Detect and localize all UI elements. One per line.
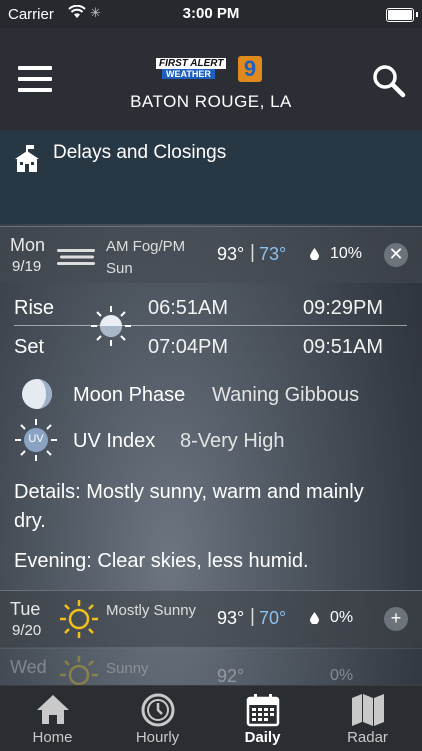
uv-index-label: UV Index (73, 430, 156, 452)
logo-channel-number: 9 (238, 56, 262, 82)
school-icon (14, 145, 40, 178)
app-header: FIRST ALERT WEATHER 9 BATON ROUGE, LA (0, 28, 422, 130)
home-icon (37, 695, 69, 724)
tab-radar[interactable]: Radar (315, 686, 420, 751)
day-name: Wed (10, 657, 47, 677)
tab-radar-label: Radar (347, 729, 388, 746)
temp-divider: | (250, 242, 255, 263)
details-text: Details: Mostly sunny, warm and mainly (14, 481, 364, 503)
moonset-time: 09:51AM (303, 336, 384, 358)
status-bar: Carrier ✳ 3:00 PM (0, 0, 422, 28)
location-label: BATON ROUGE, LA (130, 92, 292, 111)
raindrop-icon (310, 612, 319, 624)
search-button[interactable] (372, 64, 406, 98)
collapse-day-button[interactable]: ✕ (384, 243, 408, 267)
day-date: 9/19 (12, 258, 42, 275)
sun-horizon-icon (91, 306, 131, 346)
uv-index-value: 8-Very High (180, 430, 285, 452)
sunrise-time: 06:51AM (148, 297, 229, 319)
day-condition: Sunny (106, 660, 149, 677)
day-condition: AM Fog/PM Sun (106, 238, 186, 277)
set-label: Set (14, 336, 45, 358)
tab-home[interactable]: Home (0, 686, 105, 751)
map-icon (352, 694, 384, 726)
day-precip: 0% (330, 609, 354, 626)
uv-icon: UV (14, 418, 58, 462)
station-logo: FIRST ALERT WEATHER 9 (156, 56, 266, 82)
uv-badge-text: UV (28, 433, 44, 445)
sun-icon (60, 600, 98, 638)
day-precip: 10% (330, 245, 363, 262)
tab-daily-label: Daily (244, 729, 281, 746)
day-high-temp: 92° (217, 666, 245, 686)
delays-label[interactable]: Delays and Closings (53, 142, 226, 164)
details-text-cont: dry. (14, 510, 46, 532)
tab-daily[interactable]: Daily (210, 686, 315, 751)
day-row-tue[interactable]: Tue 9/20 Mostly Sunny 93° | 70° 0% + (0, 590, 422, 647)
day-row-mon[interactable]: Mon 9/19 AM Fog/PM Sun 93° | 73° 10% ✕ (0, 226, 422, 283)
day-high-temp: 93° (217, 608, 245, 628)
logo-first-alert: FIRST ALERT (156, 58, 227, 69)
expand-day-button[interactable]: + (384, 607, 408, 631)
moon-phase-icon (22, 379, 52, 409)
moon-phase-value: Waning Gibbous (212, 384, 360, 406)
tab-hourly[interactable]: Hourly (105, 686, 210, 751)
rise-set-divider (14, 325, 407, 326)
raindrop-icon (310, 248, 319, 260)
search-icon (373, 65, 406, 98)
evening-text: Evening: Clear skies, less humid. (14, 550, 309, 572)
battery-icon (386, 8, 418, 22)
temp-divider: | (250, 606, 255, 627)
day-low-temp: 73° (259, 244, 287, 264)
menu-button[interactable] (18, 66, 52, 92)
fog-icon (57, 249, 95, 265)
day-high-temp: 93° (217, 244, 245, 264)
day-name: Tue (10, 599, 41, 619)
day-low-temp: 70° (259, 608, 287, 628)
day-condition: Mostly Sunny (106, 602, 197, 619)
calendar-icon (246, 694, 280, 727)
logo-weather: WEATHER (162, 69, 215, 79)
moon-crescent-icon (266, 313, 279, 339)
tab-hourly-label: Hourly (135, 729, 180, 746)
clock-icon (141, 693, 175, 727)
tab-home-label: Home (32, 729, 73, 746)
day-name: Mon (10, 235, 46, 255)
moonrise-time: 09:29PM (303, 297, 384, 319)
clock-time: 3:00 PM (182, 5, 240, 22)
rise-label: Rise (14, 297, 55, 319)
sunset-time: 07:04PM (148, 336, 229, 358)
tab-bar: Home Hourly Daily Radar (0, 685, 422, 751)
day-precip: 0% (330, 667, 354, 684)
day-date: 9/20 (12, 622, 42, 639)
moon-phase-label: Moon Phase (73, 384, 186, 406)
day-row-wed[interactable]: Wed Sunny 92° 0% (0, 648, 422, 686)
